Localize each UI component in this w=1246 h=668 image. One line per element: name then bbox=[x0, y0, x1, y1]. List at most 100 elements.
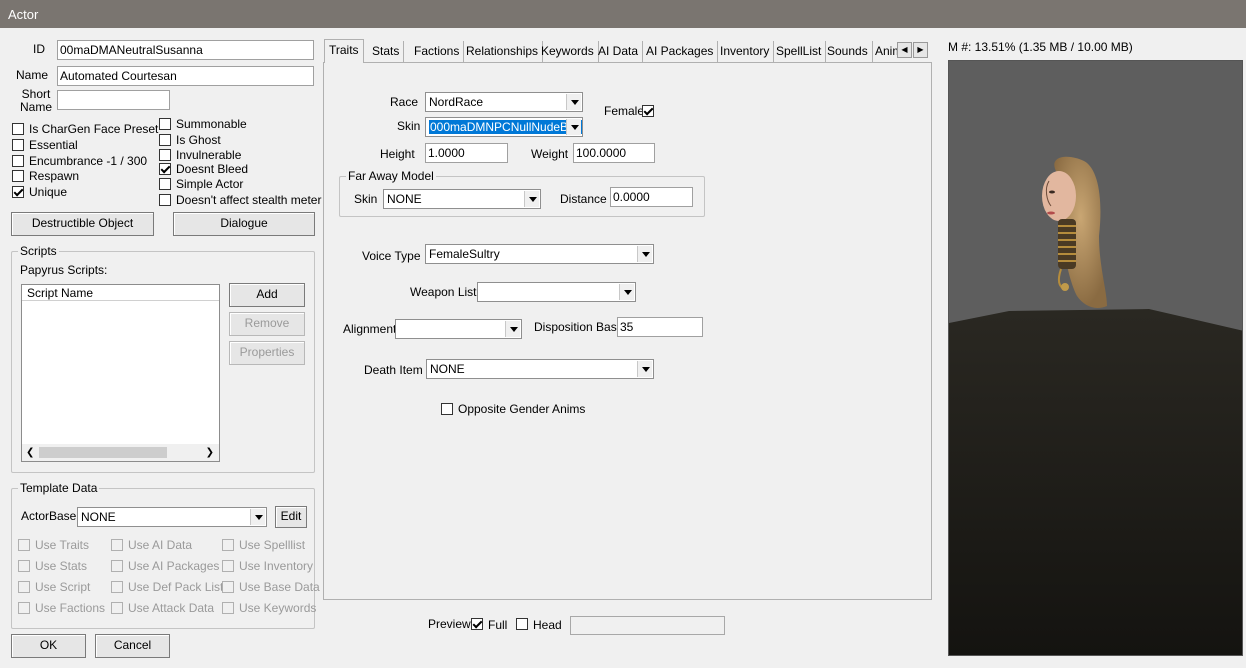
full-checkbox[interactable] bbox=[471, 618, 483, 630]
flag-doesnt-bleed-checkbox[interactable] bbox=[159, 163, 171, 175]
tab-sounds[interactable]: Sounds bbox=[823, 41, 873, 62]
short-name-field[interactable] bbox=[57, 90, 170, 110]
use-attack-data-checkbox[interactable] bbox=[111, 602, 123, 614]
alignment-dropdown[interactable] bbox=[395, 319, 522, 339]
preview-label: Preview bbox=[428, 617, 471, 631]
use-ai-data-checkbox[interactable] bbox=[111, 539, 123, 551]
scroll-right-icon[interactable]: ❯ bbox=[206, 447, 214, 458]
skin-label: Skin bbox=[397, 119, 421, 133]
use-spelllist-checkbox[interactable] bbox=[222, 539, 234, 551]
scroll-thumb[interactable] bbox=[39, 447, 167, 458]
use-attack-data-label: Use Attack Data bbox=[128, 601, 215, 615]
preview-scene bbox=[949, 61, 1242, 655]
head-label: Head bbox=[533, 618, 562, 632]
opposite-gender-label: Opposite Gender Anims bbox=[458, 402, 586, 416]
death-item-dropdown[interactable]: NONE bbox=[426, 359, 654, 379]
flag-respawn-label: Respawn bbox=[29, 169, 80, 183]
tab-ai-data[interactable]: AI Data bbox=[594, 41, 644, 62]
chevron-down-icon bbox=[566, 94, 581, 110]
tab-factions[interactable]: Factions bbox=[410, 41, 465, 62]
actorbase-label: ActorBase bbox=[21, 509, 77, 523]
flag-unique-checkbox[interactable] bbox=[12, 186, 24, 198]
tab-ai-packages[interactable]: AI Packages bbox=[642, 41, 719, 62]
cancel-button[interactable]: Cancel bbox=[95, 634, 170, 658]
chevron-down-icon bbox=[637, 361, 652, 377]
flag-respawn-checkbox[interactable] bbox=[12, 170, 24, 182]
flag-summonable-checkbox[interactable] bbox=[159, 118, 171, 130]
use-inventory-checkbox[interactable] bbox=[222, 560, 234, 572]
add-script-button[interactable]: Add bbox=[229, 283, 305, 307]
flag-simple-actor-checkbox[interactable] bbox=[159, 178, 171, 190]
use-stats-checkbox[interactable] bbox=[18, 560, 30, 572]
tab-relationships[interactable]: Relationships bbox=[462, 41, 544, 62]
use-def-pack-list-label: Use Def Pack List bbox=[128, 580, 224, 594]
scripts-list[interactable]: Script Name ❮ ❯ bbox=[21, 284, 220, 462]
weapon-list-label: Weapon List bbox=[410, 285, 477, 299]
height-field[interactable]: 1.0000 bbox=[425, 143, 508, 163]
id-field[interactable]: 00maDMANeutralSusanna bbox=[57, 40, 314, 60]
opposite-gender-checkbox[interactable] bbox=[441, 403, 453, 415]
chevron-down-icon bbox=[637, 246, 652, 262]
tab-traits[interactable]: Traits bbox=[324, 39, 364, 63]
far-away-model-title: Far Away Model bbox=[346, 169, 436, 183]
chevron-down-icon bbox=[619, 284, 634, 300]
use-base-data-checkbox[interactable] bbox=[222, 581, 234, 593]
skin-dropdown[interactable]: 000maDMNPCNullNudeBod bbox=[425, 117, 583, 137]
flag-essential-checkbox[interactable] bbox=[12, 139, 24, 151]
weight-label: Weight bbox=[531, 147, 569, 161]
full-label: Full bbox=[488, 618, 508, 632]
voice-type-label: Voice Type bbox=[362, 249, 421, 263]
remove-script-button[interactable]: Remove bbox=[229, 312, 305, 336]
tab-scroll-right-icon[interactable]: ▶ bbox=[913, 42, 928, 58]
flag-invulnerable-checkbox[interactable] bbox=[159, 149, 171, 161]
properties-button[interactable]: Properties bbox=[229, 341, 305, 365]
name-label: Name bbox=[16, 68, 49, 82]
use-def-pack-list-checkbox[interactable] bbox=[111, 581, 123, 593]
dialogue-button[interactable]: Dialogue bbox=[173, 212, 315, 236]
actorbase-dropdown[interactable]: NONE bbox=[77, 507, 267, 527]
tab-stats[interactable]: Stats bbox=[368, 41, 405, 62]
tab-scroll-left-icon[interactable]: ◀ bbox=[897, 42, 912, 58]
death-item-label: Death Item bbox=[364, 363, 423, 377]
flag-chargen-label: Is CharGen Face Preset bbox=[29, 122, 159, 136]
flag-encumbrance-label: Encumbrance -1 / 300 bbox=[29, 154, 148, 168]
flag-ghost-label: Is Ghost bbox=[176, 133, 221, 147]
use-script-checkbox[interactable] bbox=[18, 581, 30, 593]
tab-keywords[interactable]: Keywords bbox=[537, 41, 599, 62]
scripts-group-title: Scripts bbox=[18, 244, 59, 258]
use-traits-checkbox[interactable] bbox=[18, 539, 30, 551]
scroll-left-icon[interactable]: ❮ bbox=[26, 447, 34, 458]
far-skin-dropdown[interactable]: NONE bbox=[383, 189, 541, 209]
tab-inventory[interactable]: Inventory bbox=[716, 41, 775, 62]
head-checkbox[interactable] bbox=[516, 618, 528, 630]
scripts-hscrollbar[interactable]: ❮ ❯ bbox=[22, 444, 219, 461]
voice-type-dropdown[interactable]: FemaleSultry bbox=[425, 244, 654, 264]
flag-ghost-checkbox[interactable] bbox=[159, 134, 171, 146]
female-checkbox[interactable] bbox=[642, 105, 654, 117]
flag-chargen-checkbox[interactable] bbox=[12, 123, 24, 135]
destructible-object-button[interactable]: Destructible Object bbox=[11, 212, 154, 236]
distance-field[interactable]: 0.0000 bbox=[610, 187, 693, 207]
flag-stealth-label: Doesn't affect stealth meter bbox=[176, 193, 322, 207]
model-preview[interactable] bbox=[948, 60, 1243, 656]
window-title: Actor bbox=[0, 0, 1246, 28]
ok-button[interactable]: OK bbox=[11, 634, 86, 658]
weapon-list-dropdown[interactable] bbox=[477, 282, 636, 302]
name-field[interactable]: Automated Courtesan bbox=[57, 66, 314, 86]
weight-field[interactable]: 100.0000 bbox=[573, 143, 655, 163]
short-name-label: Short Name bbox=[20, 87, 53, 114]
height-label: Height bbox=[380, 147, 415, 161]
tab-spelllist[interactable]: SpellList bbox=[772, 41, 827, 62]
flag-doesnt-bleed-label: Doesnt Bleed bbox=[176, 162, 249, 176]
script-name-column-header[interactable]: Script Name bbox=[22, 285, 219, 301]
disposition-field[interactable]: 35 bbox=[617, 317, 703, 337]
edit-actorbase-button[interactable]: Edit bbox=[275, 506, 307, 528]
use-factions-label: Use Factions bbox=[35, 601, 106, 615]
use-keywords-checkbox[interactable] bbox=[222, 602, 234, 614]
use-factions-checkbox[interactable] bbox=[18, 602, 30, 614]
use-ai-packages-checkbox[interactable] bbox=[111, 560, 123, 572]
distance-label: Distance bbox=[560, 192, 607, 206]
flag-encumbrance-checkbox[interactable] bbox=[12, 155, 24, 167]
race-dropdown[interactable]: NordRace bbox=[425, 92, 583, 112]
flag-stealth-checkbox[interactable] bbox=[159, 194, 171, 206]
